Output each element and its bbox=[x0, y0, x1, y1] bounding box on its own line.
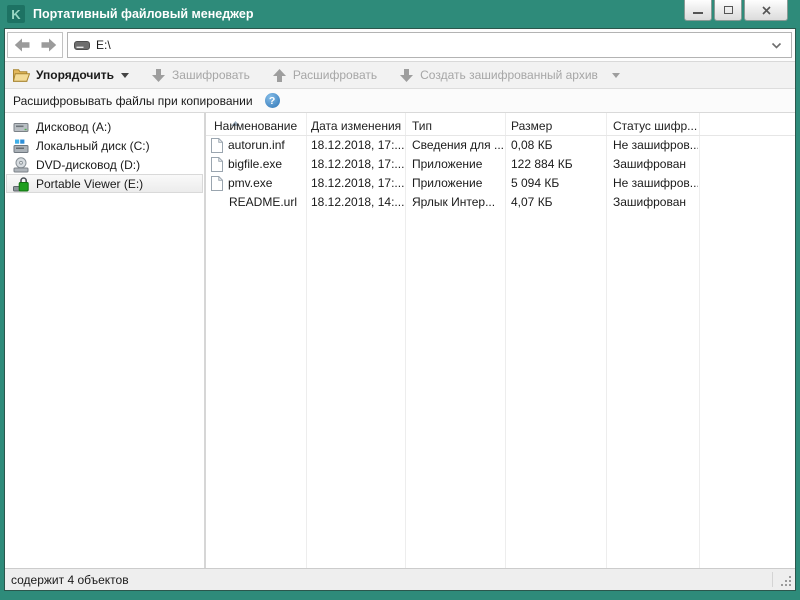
minimize-icon bbox=[693, 12, 703, 14]
file-type: Сведения для ... bbox=[412, 136, 504, 155]
table-row[interactable]: bigfile.exe 18.12.2018, 17:... Приложени… bbox=[206, 155, 795, 174]
file-name: pmv.exe bbox=[228, 174, 272, 193]
encrypt-button[interactable]: Зашифровать bbox=[151, 68, 250, 83]
column-header-date[interactable]: Дата изменения bbox=[311, 113, 403, 136]
app-window: K Портативный файловый менеджер bbox=[0, 0, 800, 600]
file-date: 18.12.2018, 17:... bbox=[311, 174, 404, 193]
encrypted-drive-icon bbox=[12, 176, 30, 192]
maximize-button[interactable] bbox=[714, 0, 742, 21]
resize-grip[interactable] bbox=[779, 574, 792, 587]
archive-arrow-icon bbox=[399, 68, 414, 83]
sidebar-item-drive-a[interactable]: Дисковод (A:) bbox=[6, 117, 203, 136]
sidebar-item-drive-e[interactable]: Portable Viewer (E:) bbox=[6, 174, 203, 193]
column-header-type[interactable]: Тип bbox=[412, 113, 503, 136]
window-body: E:\ Упорядочить bbox=[4, 28, 796, 591]
kaspersky-logo-icon: K bbox=[7, 5, 25, 23]
navigation-bar: E:\ bbox=[5, 29, 795, 62]
file-type: Приложение bbox=[412, 155, 504, 174]
column-header-name[interactable]: Наименование bbox=[214, 113, 304, 136]
decrypt-arrow-icon bbox=[272, 68, 287, 83]
column-header-size[interactable]: Размер bbox=[511, 113, 604, 136]
chevron-down-icon bbox=[771, 42, 782, 49]
table-header: Наименование Дата изменения Тип Размер С… bbox=[206, 113, 795, 136]
organize-caret-icon bbox=[121, 73, 129, 78]
address-text: E:\ bbox=[96, 38, 771, 52]
toolbar: Упорядочить Зашифровать Расшифровать bbox=[5, 62, 795, 89]
folder-icon bbox=[13, 69, 30, 82]
column-header-status[interactable]: Статус шифр... bbox=[613, 113, 697, 136]
file-name: bigfile.exe bbox=[228, 155, 282, 174]
window-controls bbox=[684, 0, 788, 21]
resize-grip-icon bbox=[779, 574, 792, 587]
table-row[interactable]: README.url 18.12.2018, 14:... Ярлык Инте… bbox=[206, 193, 795, 212]
help-icon[interactable]: ? bbox=[265, 93, 280, 108]
sidebar-item-drive-d[interactable]: DVD-дисковод (D:) bbox=[6, 155, 203, 174]
close-button[interactable] bbox=[744, 0, 788, 21]
back-arrow-icon bbox=[14, 38, 31, 52]
table-row[interactable]: pmv.exe 18.12.2018, 17:... Приложение 5 … bbox=[206, 174, 795, 193]
address-dropdown-button[interactable] bbox=[771, 42, 782, 49]
file-size: 122 884 КБ bbox=[511, 155, 605, 174]
hard-disk-icon bbox=[12, 138, 30, 154]
window-title: Портативный файловый менеджер bbox=[33, 7, 253, 21]
file-encryption-status: Не зашифров... bbox=[613, 174, 698, 193]
file-date: 18.12.2018, 14:... bbox=[311, 193, 404, 212]
minimize-button[interactable] bbox=[684, 0, 712, 21]
drive-sidebar: Дисковод (A:) Локальный диск (C:) DVD-ди… bbox=[5, 113, 206, 568]
file-date: 18.12.2018, 17:... bbox=[311, 155, 404, 174]
file-type: Ярлык Интер... bbox=[412, 193, 504, 212]
file-name: autorun.inf bbox=[228, 136, 285, 155]
status-bar: содержит 4 объектов bbox=[5, 568, 795, 590]
file-icon bbox=[211, 157, 223, 172]
status-text: содержит 4 объектов bbox=[11, 573, 129, 587]
decrypt-button[interactable]: Расшифровать bbox=[272, 68, 377, 83]
organize-label: Упорядочить bbox=[36, 68, 114, 82]
main-panel: Дисковод (A:) Локальный диск (C:) DVD-ди… bbox=[5, 113, 795, 568]
forward-button[interactable] bbox=[36, 34, 60, 56]
decrypt-label: Расшифровать bbox=[293, 68, 377, 82]
create-archive-label: Создать зашифрованный архив bbox=[420, 68, 598, 82]
encrypt-arrow-icon bbox=[151, 68, 166, 83]
info-bar: Расшифровывать файлы при копировании ? bbox=[5, 89, 795, 113]
status-divider bbox=[772, 572, 773, 587]
table-row[interactable]: autorun.inf 18.12.2018, 17:... Сведения … bbox=[206, 136, 795, 155]
file-name: README.url bbox=[229, 193, 297, 212]
sidebar-item-label: Дисковод (A:) bbox=[36, 120, 111, 134]
file-size: 4,07 КБ bbox=[511, 193, 605, 212]
encrypt-label: Зашифровать bbox=[172, 68, 250, 82]
file-icon bbox=[211, 176, 223, 191]
decrypt-on-copy-label: Расшифровывать файлы при копировании bbox=[13, 94, 253, 108]
file-date: 18.12.2018, 17:... bbox=[311, 136, 404, 155]
address-bar[interactable]: E:\ bbox=[67, 32, 792, 58]
sidebar-item-label: DVD-дисковод (D:) bbox=[36, 158, 140, 172]
file-size: 0,08 КБ bbox=[511, 136, 605, 155]
close-icon bbox=[762, 6, 771, 15]
organize-button[interactable]: Упорядочить bbox=[13, 68, 129, 82]
file-list: Наименование Дата изменения Тип Размер С… bbox=[206, 113, 795, 568]
dvd-drive-icon bbox=[12, 157, 30, 173]
back-button[interactable] bbox=[10, 34, 34, 56]
file-icon bbox=[211, 138, 223, 153]
forward-arrow-icon bbox=[40, 38, 57, 52]
sidebar-item-drive-c[interactable]: Локальный диск (C:) bbox=[6, 136, 203, 155]
file-encryption-status: Зашифрован bbox=[613, 193, 698, 212]
maximize-icon bbox=[724, 6, 733, 14]
create-archive-button[interactable]: Создать зашифрованный архив bbox=[399, 68, 620, 83]
nav-buttons-group bbox=[7, 32, 63, 58]
file-encryption-status: Зашифрован bbox=[613, 155, 698, 174]
sidebar-item-label: Локальный диск (C:) bbox=[36, 139, 150, 153]
file-encryption-status: Не зашифров... bbox=[613, 136, 698, 155]
drive-icon bbox=[74, 41, 90, 50]
file-size: 5 094 КБ bbox=[511, 174, 605, 193]
title-bar: K Портативный файловый менеджер bbox=[0, 0, 800, 28]
file-type: Приложение bbox=[412, 174, 504, 193]
floppy-drive-icon bbox=[12, 119, 30, 135]
archive-caret-icon bbox=[612, 73, 620, 78]
sidebar-item-label: Portable Viewer (E:) bbox=[36, 177, 143, 191]
